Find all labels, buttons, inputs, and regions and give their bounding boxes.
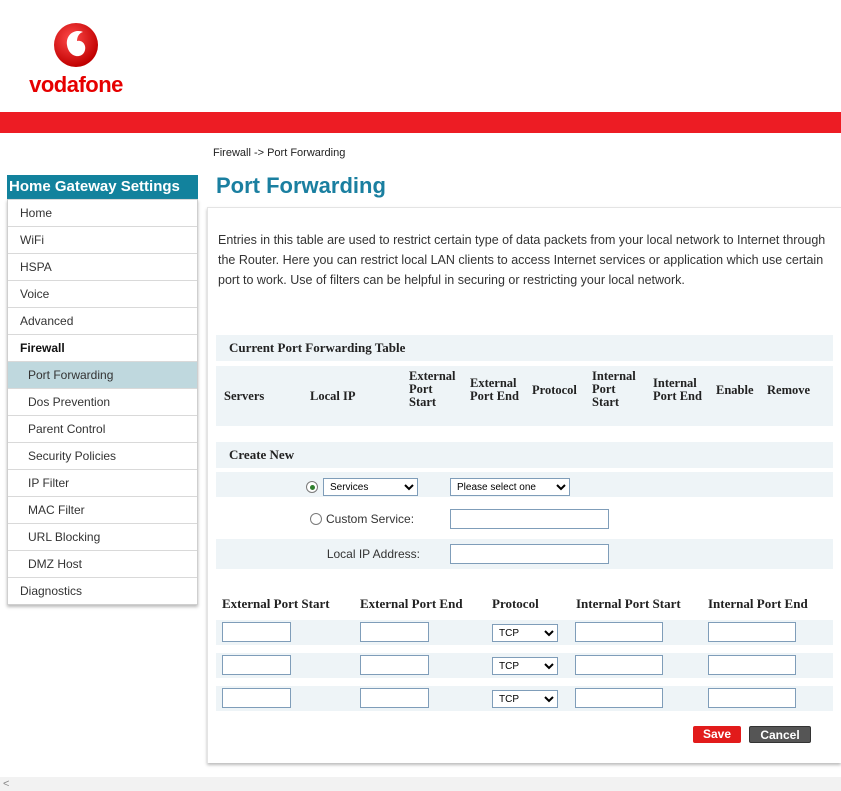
ports-col-external-port-end: External Port End <box>360 596 463 611</box>
int-port-end-input-3[interactable] <box>708 688 796 708</box>
services-radio[interactable] <box>306 481 318 493</box>
col-internal-port-start: Internal Port Start <box>592 369 636 409</box>
int-port-end-input-2[interactable] <box>708 655 796 675</box>
custom-service-label: Custom Service: <box>326 512 415 526</box>
sidebar-item-ip-filter[interactable]: IP Filter <box>8 469 197 496</box>
local-ip-label: Local IP Address: <box>326 547 420 561</box>
save-button[interactable]: Save <box>693 726 741 743</box>
breadcrumb: Firewall -> Port Forwarding <box>213 147 346 159</box>
ext-port-end-input-2[interactable] <box>360 655 429 675</box>
ports-col-internal-port-start: Internal Port Start <box>576 596 681 611</box>
sidebar: Home Gateway Settings Home WiFi HSPA Voi… <box>7 175 198 605</box>
current-table-title: Current Port Forwarding Table <box>216 335 833 361</box>
description-text: Entries in this table are used to restri… <box>218 233 826 287</box>
protocol-select-2[interactable]: TCP <box>492 657 558 675</box>
sidebar-item-port-forwarding[interactable]: Port Forwarding <box>8 361 197 388</box>
protocol-select-1[interactable]: TCP <box>492 624 558 642</box>
col-servers: Servers <box>224 389 265 403</box>
col-enable: Enable <box>716 383 754 397</box>
ports-col-external-port-start: External Port Start <box>222 596 330 611</box>
custom-service-input[interactable] <box>450 509 609 529</box>
int-port-start-input-1[interactable] <box>575 622 663 642</box>
scroll-left-icon[interactable]: < <box>3 777 9 791</box>
protocol-select-3[interactable]: TCP <box>492 690 558 708</box>
vodafone-speechmark-icon <box>54 23 98 67</box>
current-table-header: Servers Local IP External Port Start Ext… <box>216 366 833 426</box>
sidebar-menu: Home WiFi HSPA Voice Advanced Firewall P… <box>7 199 198 605</box>
sidebar-item-dmz-host[interactable]: DMZ Host <box>8 550 197 577</box>
vodafone-logo: vodafone <box>16 22 136 97</box>
sidebar-title: Home Gateway Settings <box>7 175 198 199</box>
sidebar-item-diagnostics[interactable]: Diagnostics <box>8 577 197 604</box>
col-remove: Remove <box>767 383 811 397</box>
sidebar-item-parent-control[interactable]: Parent Control <box>8 415 197 442</box>
sidebar-item-wifi[interactable]: WiFi <box>8 226 197 253</box>
ext-port-start-input-2[interactable] <box>222 655 291 675</box>
sidebar-item-advanced[interactable]: Advanced <box>8 307 197 334</box>
sidebar-item-url-blocking[interactable]: URL Blocking <box>8 523 197 550</box>
col-external-port-start: External Port Start <box>409 369 456 409</box>
int-port-start-input-2[interactable] <box>575 655 663 675</box>
col-protocol: Protocol <box>532 383 577 397</box>
sidebar-item-home[interactable]: Home <box>8 199 197 226</box>
create-new-title: Create New <box>216 442 833 468</box>
horizontal-scrollbar[interactable]: < <box>0 777 841 791</box>
ext-port-start-input-3[interactable] <box>222 688 291 708</box>
sidebar-item-voice[interactable]: Voice <box>8 280 197 307</box>
ext-port-start-input-1[interactable] <box>222 622 291 642</box>
col-external-port-end: External Port End <box>470 376 519 403</box>
col-local-ip: Local IP <box>310 389 356 403</box>
col-internal-port-end: Internal Port End <box>653 376 702 403</box>
int-port-end-input-1[interactable] <box>708 622 796 642</box>
sidebar-item-hspa[interactable]: HSPA <box>8 253 197 280</box>
sidebar-item-firewall[interactable]: Firewall <box>8 334 197 361</box>
local-ip-input[interactable] <box>450 544 609 564</box>
ports-col-protocol: Protocol <box>492 596 539 611</box>
services-select[interactable]: Services <box>323 478 418 496</box>
vodafone-wordmark: vodafone <box>29 72 123 97</box>
header-bar <box>0 112 841 133</box>
page-title: Port Forwarding <box>216 173 386 198</box>
sidebar-item-mac-filter[interactable]: MAC Filter <box>8 496 197 523</box>
ext-port-end-input-3[interactable] <box>360 688 429 708</box>
int-port-start-input-3[interactable] <box>575 688 663 708</box>
service-option-select[interactable]: Please select one <box>450 478 570 496</box>
cancel-button[interactable]: Cancel <box>749 726 811 743</box>
sidebar-item-dos-prevention[interactable]: Dos Prevention <box>8 388 197 415</box>
custom-service-radio[interactable] <box>310 513 322 525</box>
ports-col-internal-port-end: Internal Port End <box>708 596 808 611</box>
sidebar-item-security-policies[interactable]: Security Policies <box>8 442 197 469</box>
content-panel: Entries in this table are used to restri… <box>207 207 841 763</box>
ext-port-end-input-1[interactable] <box>360 622 429 642</box>
